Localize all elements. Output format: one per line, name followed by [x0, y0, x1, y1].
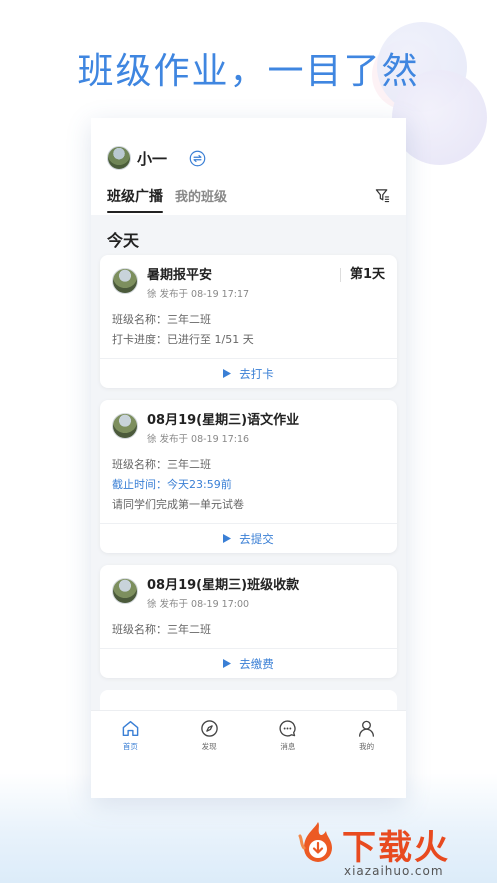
checkin-progress: 打卡进度：已进行至 1/51 天	[112, 333, 254, 346]
card-title: 08月19(星期三)语文作业	[147, 413, 300, 428]
class-name: 班级名称：三年二班	[112, 623, 211, 636]
avatar	[112, 578, 138, 604]
nav-profile[interactable]: 我的	[337, 719, 397, 798]
action-label: 去打卡	[239, 366, 274, 381]
action-label: 去提交	[239, 531, 274, 546]
section-title: 今天	[107, 231, 140, 250]
person-icon	[359, 720, 375, 737]
day-badge: 第1天	[339, 268, 385, 282]
filter-icon[interactable]	[375, 188, 390, 203]
compass-icon	[200, 720, 218, 737]
card-meta: 徐 发布于 08-19 17:16	[147, 434, 250, 445]
task-card[interactable]: 08月19(星期三)语文作业 徐 发布于 08-19 17:16 班级名称：三年…	[100, 400, 397, 553]
app-screen: 小一 班级广播 我的班级 今天 暑期报平安 徐 发布于 08-19 17:17 …	[91, 118, 406, 798]
bottom-nav: 首页 发现 消息 我的	[91, 710, 406, 798]
watermark-logo: 下载火 xiazaihuo.com	[292, 818, 492, 878]
submit-button[interactable]: 去提交	[100, 523, 397, 553]
logo-text: 下载火	[342, 828, 450, 868]
checkin-button[interactable]: 去打卡	[100, 358, 397, 388]
nav-label: 消息	[280, 742, 296, 751]
switch-icon[interactable]	[189, 150, 206, 167]
class-name: 班级名称：三年二班	[112, 458, 211, 471]
deadline: 截止时间：今天23:59前	[112, 478, 232, 491]
nav-label: 首页	[122, 742, 138, 751]
nav-home[interactable]: 首页	[100, 719, 160, 798]
avatar	[107, 146, 131, 170]
app-header: 小一 班级广播 我的班级	[91, 118, 406, 215]
task-card[interactable]: 08月19(星期三)班级收款 徐 发布于 08-19 17:00 班级名称：三年…	[100, 565, 397, 678]
task-card[interactable]: 暑期报平安 徐 发布于 08-19 17:17 第1天 班级名称：三年二班 打卡…	[100, 255, 397, 388]
nav-label: 发现	[201, 742, 217, 751]
tab-my-class[interactable]: 我的班级	[175, 186, 227, 205]
avatar	[112, 413, 138, 439]
message-icon	[279, 720, 296, 737]
class-name: 班级名称：三年二班	[112, 313, 211, 326]
action-label: 去缴费	[239, 656, 274, 671]
tab-class-broadcast[interactable]: 班级广播	[107, 186, 163, 213]
nav-discover[interactable]: 发现	[179, 719, 239, 798]
user-switcher[interactable]: 小一	[107, 146, 206, 170]
play-icon	[223, 534, 232, 543]
card-meta: 徐 发布于 08-19 17:00	[147, 599, 250, 610]
flame-logo-icon	[298, 822, 332, 862]
card-title: 08月19(星期三)班级收款	[147, 578, 300, 593]
nav-messages[interactable]: 消息	[258, 719, 318, 798]
tab-bar: 班级广播 我的班级	[107, 186, 227, 213]
pay-button[interactable]: 去缴费	[100, 648, 397, 678]
avatar	[112, 268, 138, 294]
nav-label: 我的	[359, 742, 375, 751]
user-name: 小一	[137, 149, 168, 168]
task-description: 请同学们完成第一单元试卷	[112, 498, 244, 511]
card-title: 暑期报平安	[147, 268, 213, 283]
home-icon	[122, 720, 139, 737]
promo-headline: 班级作业，一目了然	[77, 51, 420, 92]
play-icon	[223, 659, 232, 668]
logo-site: xiazaihuo.com	[344, 864, 444, 878]
card-meta: 徐 发布于 08-19 17:17	[147, 289, 250, 300]
play-icon	[223, 369, 232, 378]
task-card-peek[interactable]	[100, 690, 397, 710]
